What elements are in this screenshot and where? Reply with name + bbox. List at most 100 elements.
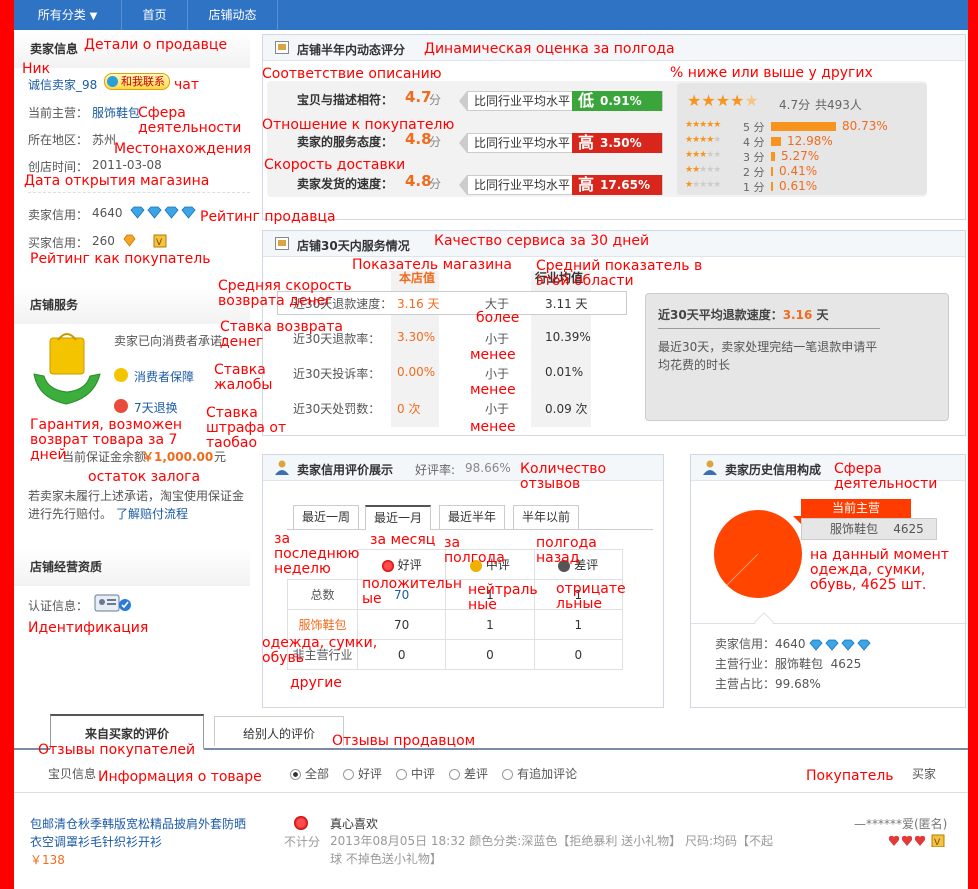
review-filter-option[interactable]: 中评 — [396, 767, 435, 781]
buyer-credit-label: 买家信用： — [28, 236, 89, 250]
svg-text:V: V — [934, 838, 941, 847]
dist-bar — [771, 122, 836, 131]
credit-tab[interactable]: 半年以前 — [513, 505, 579, 529]
nav-store-news-link[interactable]: 店铺动态 — [188, 0, 278, 30]
positive-icon — [381, 559, 394, 572]
annotation-label: Ставка возврата денег — [220, 319, 343, 350]
user-icon — [275, 460, 289, 475]
review-filter-option[interactable]: 好评 — [343, 767, 382, 781]
divider — [691, 623, 967, 624]
chat-label: 和我联系 — [121, 75, 165, 88]
positive-flower-icon — [294, 815, 308, 830]
review-filter-option[interactable]: 全部 — [290, 767, 329, 781]
review-filter-option[interactable]: 有追加评论 — [502, 767, 577, 781]
region-value: 苏州 — [92, 133, 117, 147]
region-label: 所在地区： — [28, 133, 89, 147]
seven-day-return-link[interactable]: 7天退换 — [134, 399, 178, 416]
svc-row-cmp: 小于 — [485, 332, 510, 346]
radio-icon — [396, 769, 408, 780]
compare-symbol: 高 — [578, 175, 595, 194]
annotation-label: нейтраль ные — [468, 582, 538, 613]
annotation-label: остаток залога — [88, 469, 201, 485]
annotation-label: Отношение к покупателю — [262, 117, 455, 133]
radio-icon — [449, 769, 461, 780]
annotation-label: Рейтинг продавца — [200, 209, 336, 225]
compare-arrow — [459, 133, 467, 153]
annotation-label: Качество сервиса за 30 дней — [434, 233, 650, 249]
seller-info-title: 卖家信息 — [30, 42, 79, 56]
history-pie-chart[interactable] — [713, 509, 803, 599]
annotation-label: Рейтинг как покупатель — [30, 251, 211, 267]
annotation-label: за последнюю неделю — [274, 531, 360, 577]
nav-home-link[interactable]: 首页 — [122, 0, 188, 30]
credit-tab[interactable]: 最近半年 — [439, 505, 505, 529]
dsr-row-label: 宝贝与描述相符： — [297, 93, 394, 107]
svc-row-cmp: 小于 — [485, 402, 510, 416]
annotation-label: менее — [470, 382, 516, 398]
consumer-guarantee-link[interactable]: 消费者保障 — [134, 368, 194, 385]
store-service-title: 店铺服务 — [30, 298, 79, 312]
compare-label: 比同行业平均水平 — [474, 178, 571, 192]
divider — [14, 792, 968, 793]
seller-credit-label: 卖家信用： — [28, 208, 89, 222]
dist-pct: 0.41% — [779, 164, 818, 178]
id-card-icon[interactable] — [94, 593, 134, 613]
review-item-title-link[interactable]: 包邮清仓秋季韩版宽松精品披肩外套防晒衣空调罩衫毛针织衫开衫 — [30, 815, 250, 851]
buyer-rating-icons: V — [888, 834, 948, 850]
main-business-link[interactable]: 服饰鞋包 — [92, 104, 140, 121]
chat-button[interactable]: 和我联系 — [104, 73, 170, 90]
annotation-label: Сфера деятельности — [138, 105, 242, 136]
refund-speed-box: 近30天平均退款速度：3.16 天 最近30天，卖家处理完结一笔退款申请平均花费… — [645, 293, 949, 421]
annotation-label: за месяц — [370, 532, 436, 548]
svc-row-industry: 10.39% — [545, 330, 591, 344]
annotation-label: Ставка штрафа от таобао — [206, 405, 287, 451]
credit-cell: 0 — [533, 639, 624, 670]
dsr-compare-bar: 比同行业平均水平 低 0.91% — [467, 91, 663, 111]
annotation-label: Отзывы покупателей — [38, 742, 196, 758]
col-buyer: 买家 — [912, 767, 937, 781]
dist-bar — [771, 152, 775, 161]
not-counted-label: 不计分 — [284, 835, 321, 849]
annotation-label: положительн ые — [362, 576, 463, 607]
credit-row-label: 总数 — [287, 579, 358, 610]
tabs-baseline — [287, 529, 653, 530]
dist-stars: ★★★★★ — [685, 135, 721, 145]
review-filter-option[interactable]: 差评 — [449, 767, 488, 781]
annotation-label: Средняя скорость возврата денег — [218, 278, 352, 309]
dsr-row-score: 4.7 — [405, 88, 432, 106]
summary-score: 4.7分 — [779, 98, 811, 112]
compare-value: 高 3.50% — [572, 133, 662, 153]
all-categories-menu[interactable]: 所有分类 ▼ — [14, 0, 122, 30]
dsr-row-unit: 分 — [429, 93, 442, 107]
guarantee-icon — [28, 328, 106, 410]
svc-row-store: 0.00% — [397, 365, 436, 379]
dist-bar — [771, 182, 773, 191]
store-service-header: 店铺服务 — [14, 286, 250, 324]
dsr-row-label: 卖家的服务态度： — [297, 135, 394, 149]
annotation-label: Сфера деятельности — [834, 461, 938, 492]
credit-tab[interactable]: 最近一周 — [293, 505, 359, 529]
divider — [28, 192, 250, 193]
rating-icon — [275, 41, 289, 54]
annotation-label: менее — [470, 419, 516, 435]
buyer-heart-rating[interactable]: V — [122, 234, 182, 251]
svc-row-industry: 3.11 天 — [545, 297, 588, 311]
service30-title: 店铺30天内服务情况 — [297, 239, 410, 253]
diamond-icons — [130, 206, 196, 219]
history-title: 卖家历史信用构成 — [725, 463, 822, 477]
divider — [658, 328, 880, 329]
all-categories-label: 所有分类 — [37, 8, 86, 22]
seller-nick-link[interactable]: 诚信卖家_98 — [28, 76, 97, 93]
dsr-title: 店铺半年内动态评分 — [297, 43, 406, 57]
annotation-label: Динамическая оценка за полгода — [424, 41, 675, 57]
history-main-industry: 主营行业：服饰鞋包 4625 — [715, 657, 862, 671]
compensation-process-link[interactable]: 了解赔付流程 — [116, 505, 188, 522]
seller-diamond-rating[interactable] — [130, 206, 200, 222]
chat-icon — [107, 76, 118, 87]
credit-tab[interactable]: 最近一月 — [365, 505, 431, 530]
compare-symbol: 高 — [578, 133, 595, 152]
review-comment: 真心喜欢 — [330, 817, 379, 831]
dist-stars: ★★★★★ — [685, 165, 721, 175]
dist-label: 1 分 — [743, 181, 765, 194]
tab-to-others[interactable]: 给别人的评价 — [214, 716, 344, 746]
